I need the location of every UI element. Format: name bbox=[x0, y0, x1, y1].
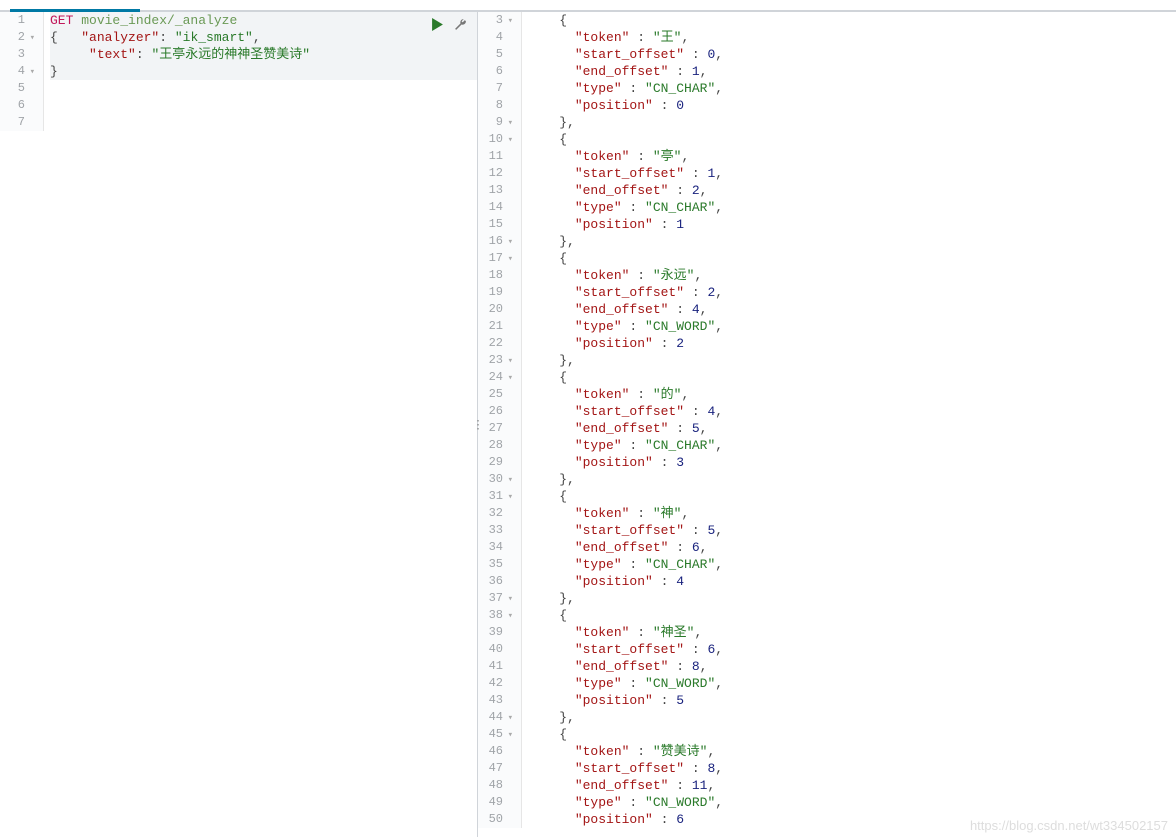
code-area[interactable]: GET movie_index/_analyze{ "analyzer": "i… bbox=[44, 12, 477, 131]
code-area: { "token" : "王", "start_offset" : 0, "en… bbox=[522, 12, 1176, 828]
request-toolbar bbox=[431, 18, 467, 35]
wrench-icon[interactable] bbox=[454, 18, 467, 35]
tab-bar bbox=[0, 0, 1176, 12]
request-editor[interactable]: 1 2▾3 4▾5 6 7 GET movie_index/_analyze{ … bbox=[0, 12, 478, 837]
line-gutter: 3▾4 5 6 7 8 9▾10▾11 12 13 14 15 16▾17▾18… bbox=[478, 12, 522, 828]
line-gutter: 1 2▾3 4▾5 6 7 bbox=[0, 12, 44, 131]
response-viewer[interactable]: ⋮ 3▾4 5 6 7 8 9▾10▾11 12 13 14 15 16▾17▾… bbox=[478, 12, 1176, 837]
split-handle[interactable]: ⋮ bbox=[472, 417, 483, 432]
run-icon[interactable] bbox=[431, 18, 444, 35]
